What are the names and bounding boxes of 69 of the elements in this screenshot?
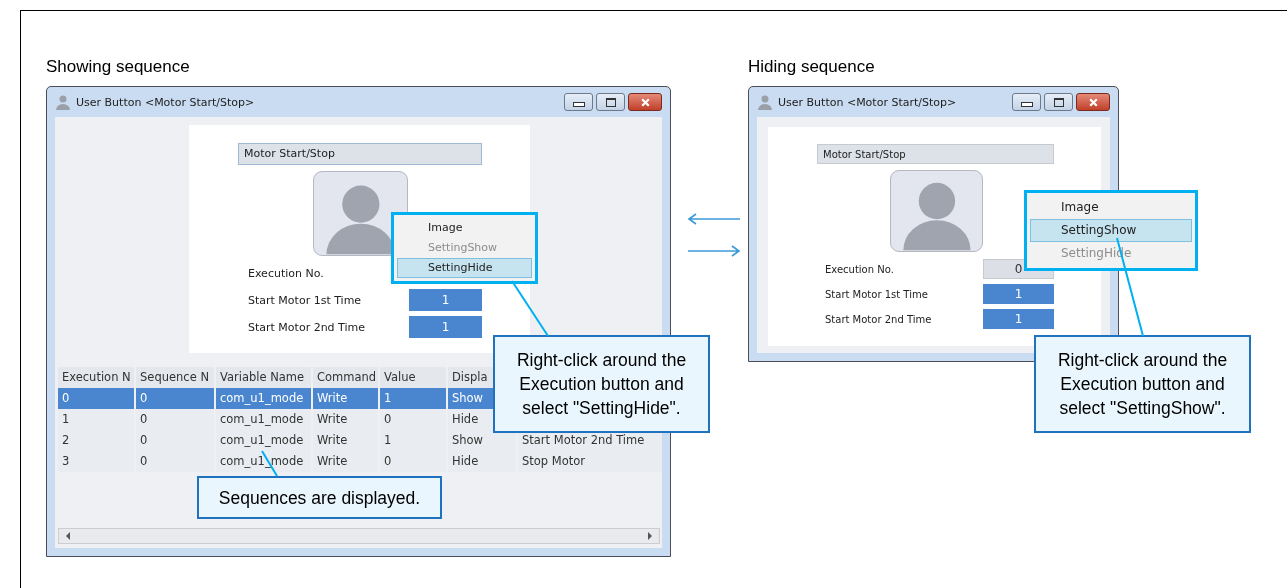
- table-cell: 1: [380, 388, 446, 409]
- minimize-button[interactable]: [564, 93, 593, 111]
- column-header[interactable]: Sequence N: [136, 367, 214, 388]
- table-cell: com_u1_mode: [216, 430, 311, 451]
- close-button[interactable]: [628, 93, 662, 111]
- table-cell: 0: [136, 388, 214, 409]
- panel-caption: Hiding sequence: [748, 57, 875, 77]
- close-icon: [639, 97, 651, 107]
- window-title: User Button <Motor Start/Stop>: [76, 95, 256, 109]
- right-arrow-icon: [687, 245, 741, 257]
- maximize-icon: [1053, 97, 1064, 107]
- minimize-icon: [572, 102, 585, 107]
- table-cell: com_u1_mode: [216, 409, 311, 430]
- table-cell: 0: [136, 430, 214, 451]
- table-cell: Hide: [448, 451, 516, 472]
- close-icon: [1087, 97, 1099, 107]
- field-label: Start Motor 2nd Time: [825, 313, 933, 325]
- user-icon: [757, 94, 773, 110]
- scroll-left-icon[interactable]: [65, 532, 71, 540]
- table-cell: Write: [313, 430, 378, 451]
- field-label: Execution No.: [825, 263, 895, 275]
- callout-tooltip: Right-click around the Execution button and select "SettingShow".: [1034, 335, 1251, 433]
- name-field[interactable]: Motor Start/Stop: [817, 144, 1054, 164]
- window-title: User Button <Motor Start/Stop>: [778, 95, 958, 109]
- callout-tooltip: Right-click around the Execution button and select "SettingHide".: [493, 335, 710, 433]
- value-button[interactable]: 1: [409, 316, 482, 338]
- table-cell: 2: [58, 430, 134, 451]
- maximize-button[interactable]: [1044, 93, 1073, 111]
- table-cell: Write: [313, 388, 378, 409]
- minimize-button[interactable]: [1012, 93, 1041, 111]
- table-cell: 0: [380, 409, 446, 430]
- table-cell: Write: [313, 451, 378, 472]
- field-label: Start Motor 1st Time: [825, 288, 929, 300]
- column-header[interactable]: Command: [313, 367, 378, 388]
- value-button[interactable]: 1: [983, 284, 1054, 304]
- maximize-icon: [605, 97, 616, 107]
- table-cell: 0: [136, 409, 214, 430]
- table-cell: Stop Motor: [518, 451, 662, 472]
- column-header[interactable]: Execution N: [58, 367, 134, 388]
- table-cell: Write: [313, 409, 378, 430]
- column-header[interactable]: Value: [380, 367, 446, 388]
- field-label: Start Motor 2nd Time: [248, 320, 367, 334]
- name-field[interactable]: Motor Start/Stop: [238, 143, 482, 165]
- menu-item[interactable]: SettingShow: [1030, 219, 1192, 242]
- table-cell: 0: [58, 388, 134, 409]
- field-label: Start Motor 1st Time: [248, 293, 363, 307]
- table-cell: 0: [380, 451, 446, 472]
- table-cell: com_u1_mode: [216, 388, 311, 409]
- close-button[interactable]: [1076, 93, 1110, 111]
- menu-item[interactable]: Image: [397, 218, 532, 238]
- maximize-button[interactable]: [596, 93, 625, 111]
- table-cell: 1: [58, 409, 134, 430]
- horizontal-scrollbar[interactable]: [58, 528, 660, 544]
- menu-item[interactable]: SettingHide: [397, 258, 532, 278]
- value-button[interactable]: 1: [409, 289, 482, 311]
- table-cell: 0: [136, 451, 214, 472]
- menu-item[interactable]: Image: [1030, 196, 1192, 219]
- field-label: Execution No.: [248, 266, 325, 280]
- table-cell: Show: [448, 430, 516, 451]
- callout-tooltip: Sequences are displayed.: [197, 476, 442, 519]
- panel-caption: Showing sequence: [46, 57, 190, 77]
- user-icon: [55, 94, 71, 110]
- scroll-right-icon[interactable]: [647, 532, 653, 540]
- value-button[interactable]: 1: [983, 309, 1054, 329]
- minimize-icon: [1020, 102, 1033, 107]
- table-cell: 1: [380, 430, 446, 451]
- table-cell: 3: [58, 451, 134, 472]
- left-arrow-icon: [687, 213, 741, 225]
- column-header[interactable]: Variable Name: [216, 367, 311, 388]
